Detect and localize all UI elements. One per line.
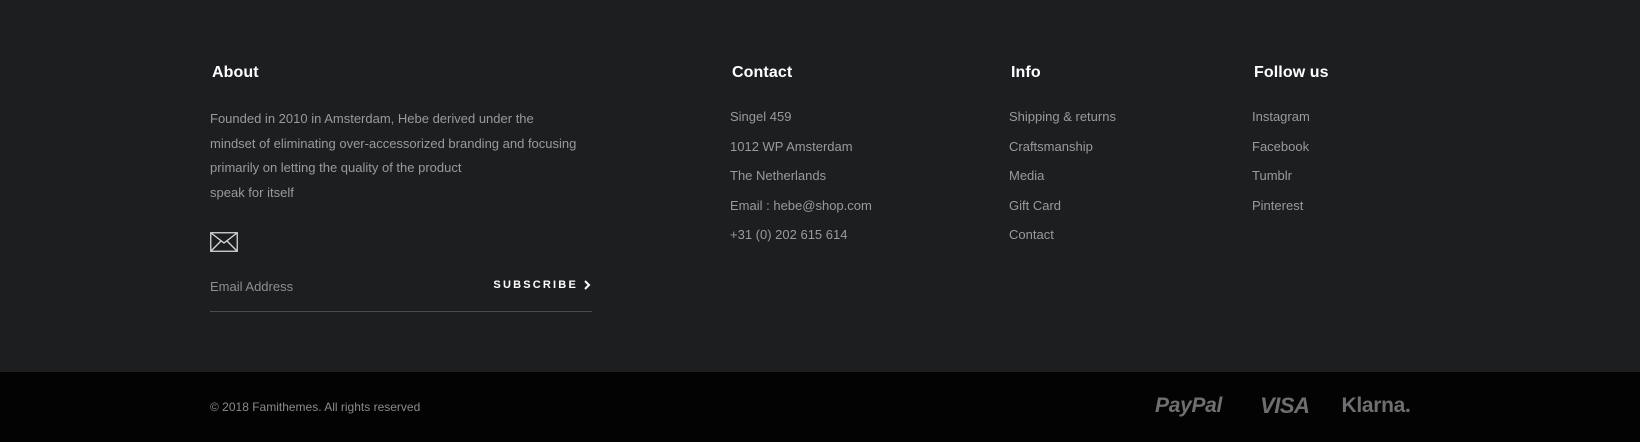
payment-logos: PayPal VISA Klarna.: [1155, 392, 1411, 420]
about-line: Founded in 2010 in Amsterdam, Hebe deriv…: [210, 111, 534, 126]
info-column: Info Shipping & returns Craftsmanship Me…: [1009, 62, 1209, 256]
info-link-gift-card[interactable]: Gift Card: [1009, 198, 1061, 213]
info-heading: Info: [1011, 64, 1041, 81]
contact-column: Contact Singel 459 1012 WP Amsterdam The…: [730, 62, 970, 256]
copyright-text: © 2018 Famithemes. All rights reserved: [210, 400, 421, 414]
follow-heading: Follow us: [1254, 64, 1329, 81]
about-line: speak for itself: [210, 184, 294, 200]
subscribe-button[interactable]: SUBSCRIBE: [493, 279, 592, 291]
contact-address-street: Singel 459: [730, 109, 792, 124]
chevron-right-icon: [584, 280, 591, 290]
klarna-logo: Klarna.: [1341, 394, 1411, 417]
subscribe-label: SUBSCRIBE: [493, 279, 578, 291]
contact-list: Singel 459 1012 WP Amsterdam The Netherl…: [730, 108, 970, 244]
email-input[interactable]: [210, 278, 470, 296]
about-column: About Founded in 2010 in Amsterdam, Hebe…: [210, 62, 592, 312]
follow-column: Follow us Instagram Facebook Tumblr Pint…: [1252, 62, 1452, 226]
social-link-pinterest[interactable]: Pinterest: [1252, 198, 1303, 213]
info-link-media[interactable]: Media: [1009, 168, 1044, 183]
contact-heading: Contact: [732, 64, 793, 81]
about-line: primarily on letting the quality of the …: [210, 160, 462, 175]
info-list: Shipping & returns Craftsmanship Media G…: [1009, 108, 1209, 244]
about-description: Founded in 2010 in Amsterdam, Hebe deriv…: [210, 107, 590, 205]
visa-logo: VISA: [1260, 393, 1310, 418]
social-link-facebook[interactable]: Facebook: [1252, 139, 1309, 154]
info-link-contact[interactable]: Contact: [1009, 227, 1054, 242]
about-heading: About: [212, 64, 259, 81]
social-link-instagram[interactable]: Instagram: [1252, 109, 1310, 124]
info-link-craftsmanship[interactable]: Craftsmanship: [1009, 139, 1093, 154]
info-link-shipping[interactable]: Shipping & returns: [1009, 109, 1116, 124]
footer-main: About Founded in 2010 in Amsterdam, Hebe…: [0, 0, 1640, 372]
contact-email[interactable]: Email : hebe@shop.com: [730, 197, 970, 215]
about-line: mindset of eliminating over-accessorized…: [210, 135, 577, 151]
newsletter-form: SUBSCRIBE: [210, 275, 592, 312]
social-link-tumblr[interactable]: Tumblr: [1252, 168, 1292, 183]
contact-address-city: 1012 WP Amsterdam: [730, 138, 853, 154]
social-list: Instagram Facebook Tumblr Pinterest: [1252, 108, 1452, 215]
contact-address-country: The Netherlands: [730, 168, 827, 183]
envelope-icon: [210, 232, 238, 252]
contact-phone[interactable]: +31 (0) 202 615 614: [730, 226, 970, 244]
paypal-logo: PayPal: [1155, 394, 1223, 417]
